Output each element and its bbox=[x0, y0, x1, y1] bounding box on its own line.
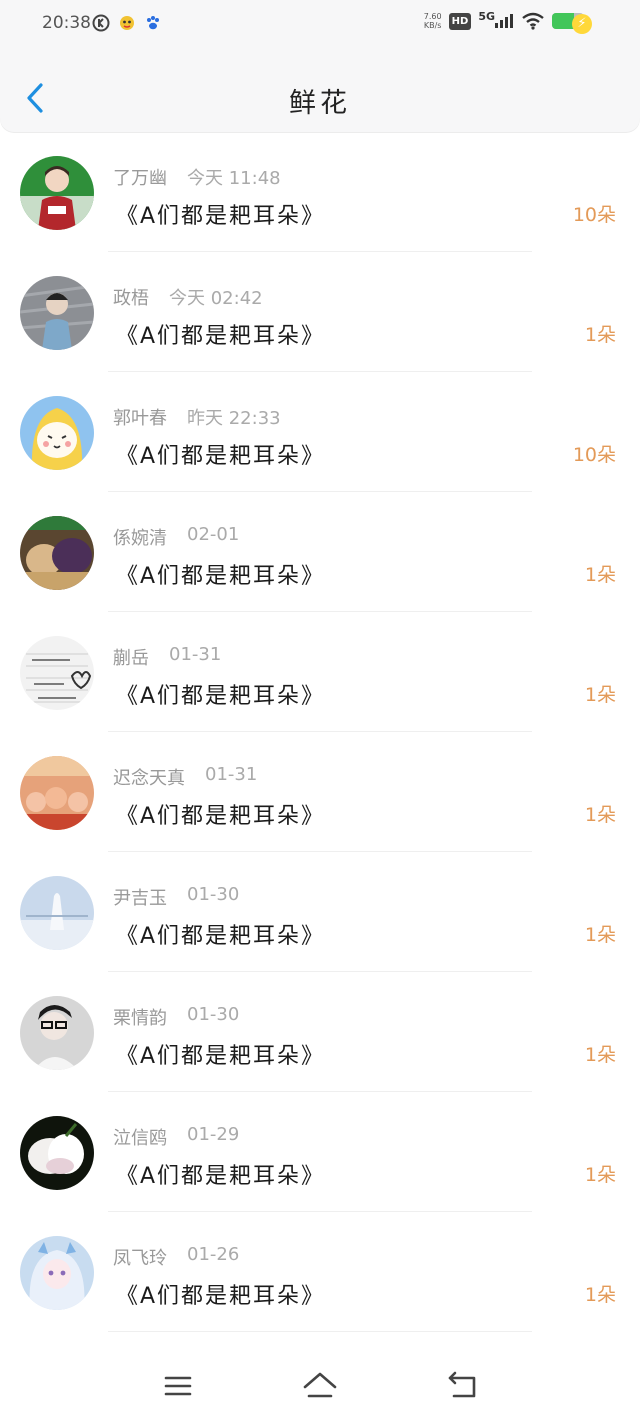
flower-count: 1朵 bbox=[584, 804, 616, 826]
avatar[interactable] bbox=[20, 756, 94, 830]
book-title: 《A们都是耙耳朵》 bbox=[116, 564, 326, 589]
send-time: 今天 02:42 bbox=[169, 288, 263, 309]
sender-name: 尹吉玉 bbox=[113, 888, 167, 909]
sender-meta: 郭叶春 昨天 22:33 bbox=[113, 404, 281, 430]
hd-badge: HD bbox=[448, 12, 472, 30]
sender-meta: 泣信鸥 01-29 bbox=[113, 1124, 239, 1150]
avatar[interactable] bbox=[20, 876, 94, 950]
list-item[interactable]: 係婉清 02-01 《A们都是耙耳朵》 1朵 bbox=[0, 492, 640, 612]
avatar[interactable] bbox=[20, 156, 94, 230]
sender-name: 迟念天真 bbox=[113, 768, 185, 789]
gift-list: 了万幽 今天 11:48 《A们都是耙耳朵》 10朵 政梧 今天 02:42 《… bbox=[0, 132, 640, 1332]
home-icon bbox=[303, 1372, 337, 1398]
book-title: 《A们都是耙耳朵》 bbox=[116, 804, 326, 829]
book-title: 《A们都是耙耳朵》 bbox=[116, 1044, 326, 1069]
sender-name: 政梧 bbox=[113, 288, 149, 309]
list-item[interactable]: 政梧 今天 02:42 《A们都是耙耳朵》 1朵 bbox=[0, 252, 640, 372]
flower-count: 1朵 bbox=[584, 684, 616, 706]
flower-count: 1朵 bbox=[584, 1164, 616, 1186]
system-nav-bar bbox=[0, 1350, 640, 1422]
home-button[interactable] bbox=[302, 1370, 337, 1402]
mascot-app-icon bbox=[120, 16, 134, 30]
flower-count: 10朵 bbox=[572, 204, 616, 226]
avatar[interactable] bbox=[20, 396, 94, 470]
status-notification-icons bbox=[92, 14, 162, 32]
charging-icon: ⚡ bbox=[572, 14, 592, 34]
sender-meta: 栗情韵 01-30 bbox=[113, 1004, 239, 1030]
book-title: 《A们都是耙耳朵》 bbox=[116, 444, 326, 469]
net-speed-unit: KB/s bbox=[423, 21, 442, 30]
sender-name: 栗情韵 bbox=[113, 1008, 167, 1029]
book-title: 《A们都是耙耳朵》 bbox=[116, 204, 326, 229]
paw-app-icon bbox=[147, 16, 159, 30]
sender-meta: 尹吉玉 01-30 bbox=[113, 884, 239, 910]
divider bbox=[108, 1331, 532, 1332]
sender-meta: 凤飞玲 01-26 bbox=[113, 1244, 239, 1270]
status-bar: 20:38 7.60 KB/s HD 5G ⚡ bbox=[0, 0, 640, 50]
sender-name: 郭叶春 bbox=[113, 408, 167, 429]
list-item[interactable]: 栗情韵 01-30 《A们都是耙耳朵》 1朵 bbox=[0, 972, 640, 1092]
flower-count: 1朵 bbox=[584, 324, 616, 346]
flower-count: 1朵 bbox=[584, 924, 616, 946]
send-time: 02-01 bbox=[187, 524, 240, 545]
list-item[interactable]: 泣信鸥 01-29 《A们都是耙耳朵》 1朵 bbox=[0, 1092, 640, 1212]
send-time: 01-30 bbox=[187, 1004, 240, 1025]
sender-name: 了万幽 bbox=[113, 168, 167, 189]
sender-name: 凤飞玲 bbox=[113, 1248, 167, 1269]
book-title: 《A们都是耙耳朵》 bbox=[116, 1284, 326, 1309]
sender-meta: 蒯岳 01-31 bbox=[113, 644, 221, 670]
status-right-group: 7.60 KB/s HD 5G bbox=[424, 9, 584, 30]
avatar[interactable] bbox=[20, 276, 94, 350]
menu-icon bbox=[164, 1376, 192, 1396]
flower-count: 1朵 bbox=[584, 1284, 616, 1306]
system-back-button[interactable] bbox=[446, 1370, 478, 1402]
recents-button[interactable] bbox=[162, 1370, 194, 1402]
book-title: 《A们都是耙耳朵》 bbox=[116, 324, 326, 349]
status-time: 20:38 bbox=[42, 13, 91, 33]
send-time: 01-31 bbox=[169, 644, 222, 665]
return-icon bbox=[448, 1371, 476, 1398]
net-speed: 7.60 KB/s bbox=[424, 12, 442, 30]
avatar[interactable] bbox=[20, 996, 94, 1070]
send-time: 昨天 22:33 bbox=[187, 408, 281, 429]
book-title: 《A们都是耙耳朵》 bbox=[116, 924, 326, 949]
flower-count: 10朵 bbox=[572, 444, 616, 466]
send-time: 01-31 bbox=[205, 764, 258, 785]
sender-meta: 係婉清 02-01 bbox=[113, 524, 239, 550]
send-time: 01-26 bbox=[187, 1244, 240, 1265]
avatar[interactable] bbox=[20, 516, 94, 590]
signal-icon bbox=[495, 14, 513, 28]
sender-meta: 了万幽 今天 11:48 bbox=[113, 164, 281, 190]
list-item[interactable]: 了万幽 今天 11:48 《A们都是耙耳朵》 10朵 bbox=[0, 132, 640, 252]
send-time: 01-30 bbox=[187, 884, 240, 905]
send-time: 今天 11:48 bbox=[187, 168, 281, 189]
book-title: 《A们都是耙耳朵》 bbox=[116, 1164, 326, 1189]
sender-meta: 迟念天真 01-31 bbox=[113, 764, 257, 790]
page-header: 鲜花 bbox=[0, 50, 640, 132]
list-item[interactable]: 凤飞玲 01-26 《A们都是耙耳朵》 1朵 bbox=[0, 1212, 640, 1332]
network-type: 5G bbox=[478, 9, 495, 23]
flower-count: 1朵 bbox=[584, 1044, 616, 1066]
avatar[interactable] bbox=[20, 1116, 94, 1190]
list-item[interactable]: 蒯岳 01-31 《A们都是耙耳朵》 1朵 bbox=[0, 612, 640, 732]
page-title: 鲜花 bbox=[289, 88, 351, 119]
sender-name: 蒯岳 bbox=[113, 648, 149, 669]
sender-name: 泣信鸥 bbox=[113, 1128, 167, 1149]
flower-count: 1朵 bbox=[584, 564, 616, 586]
list-item[interactable]: 郭叶春 昨天 22:33 《A们都是耙耳朵》 10朵 bbox=[0, 372, 640, 492]
avatar[interactable] bbox=[20, 1236, 94, 1310]
list-item[interactable]: 尹吉玉 01-30 《A们都是耙耳朵》 1朵 bbox=[0, 852, 640, 972]
wifi-icon bbox=[522, 12, 544, 30]
send-time: 01-29 bbox=[187, 1124, 240, 1145]
avatar[interactable] bbox=[20, 636, 94, 710]
list-item[interactable]: 迟念天真 01-31 《A们都是耙耳朵》 1朵 bbox=[0, 732, 640, 852]
net-speed-value: 7.60 bbox=[423, 12, 442, 21]
book-title: 《A们都是耙耳朵》 bbox=[116, 684, 326, 709]
k-app-icon bbox=[92, 14, 110, 32]
sender-name: 係婉清 bbox=[113, 528, 167, 549]
battery-fill bbox=[552, 13, 575, 29]
sender-meta: 政梧 今天 02:42 bbox=[113, 284, 263, 310]
